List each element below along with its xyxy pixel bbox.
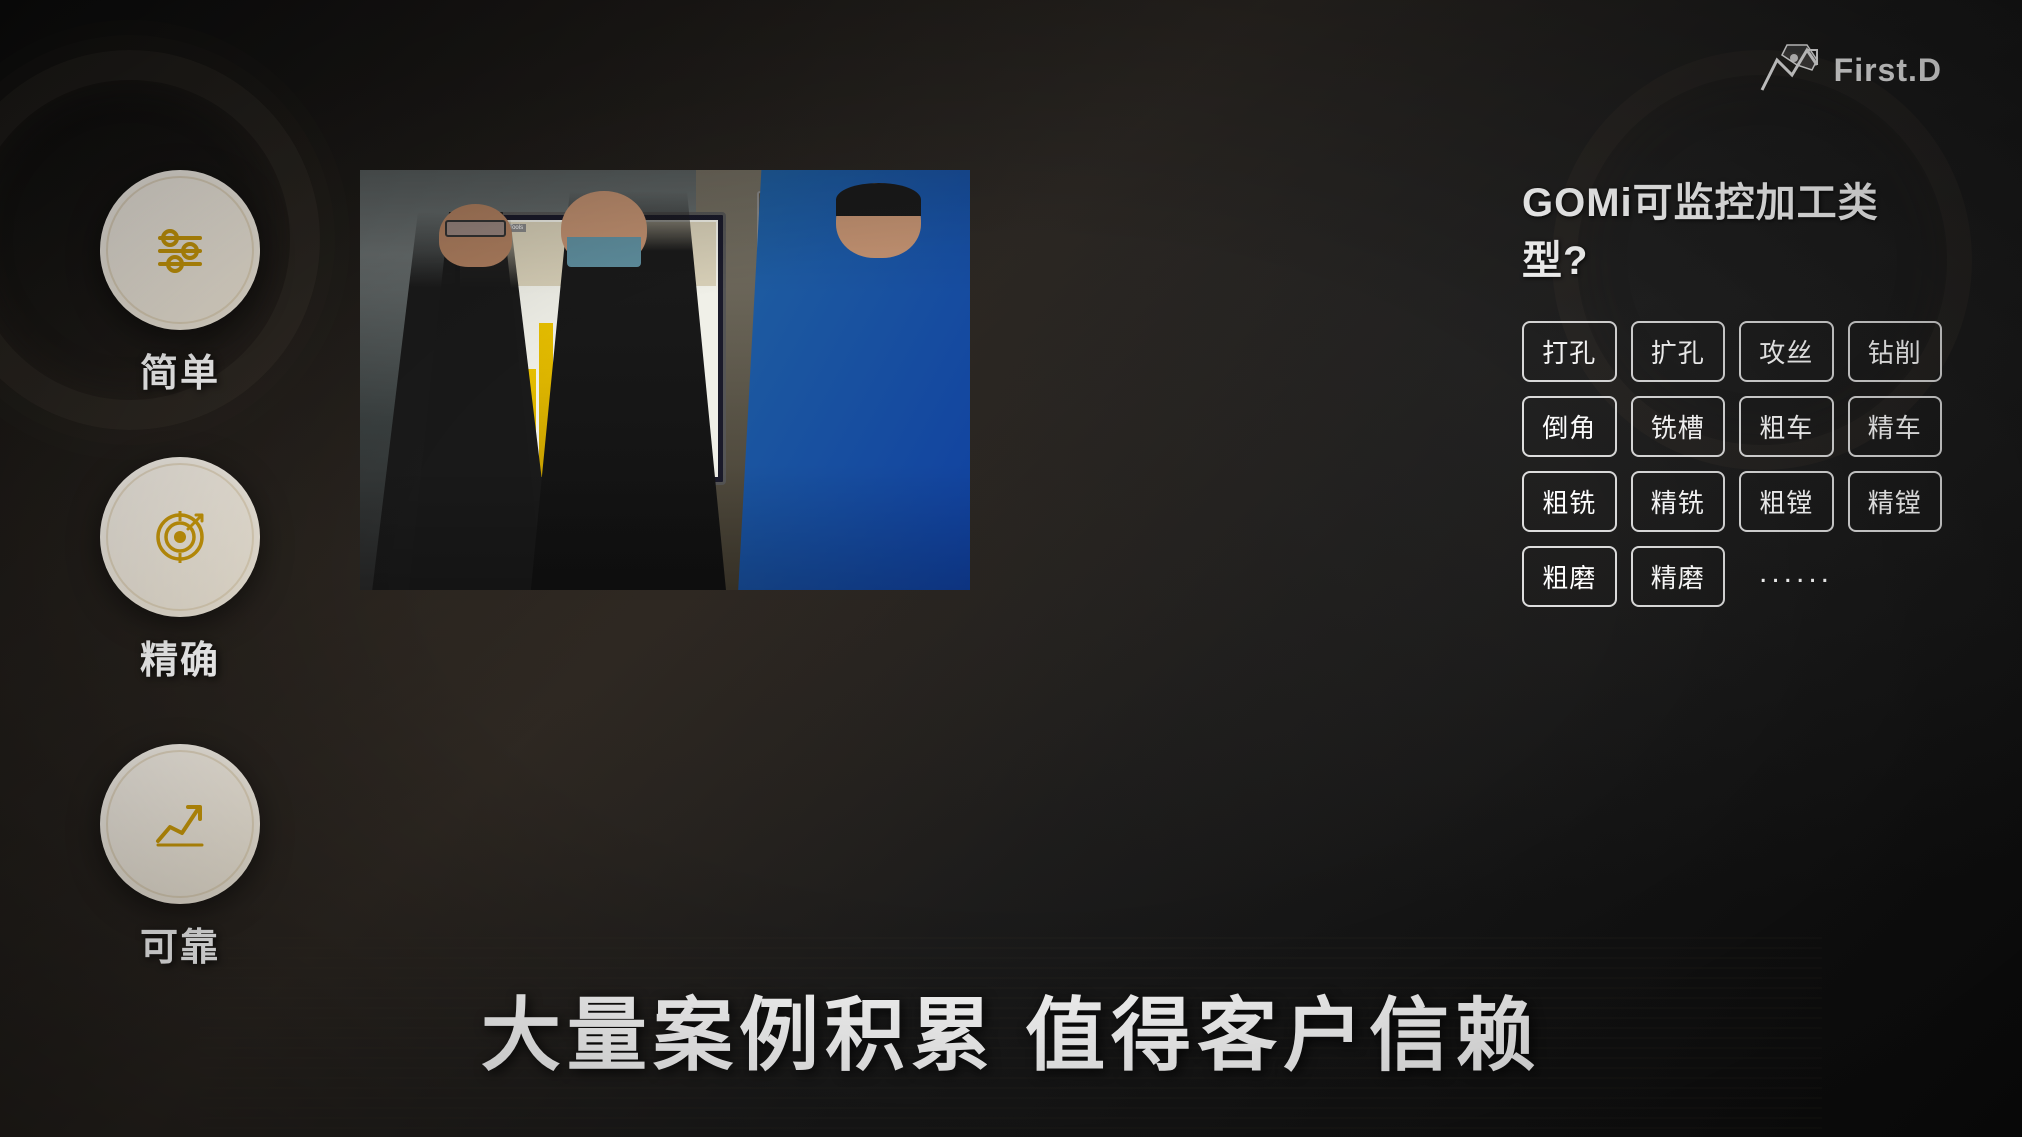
tag-kuokong: 扩孔 — [1631, 321, 1726, 382]
tag-daking: 打孔 — [1522, 321, 1617, 382]
chart-up-icon — [150, 797, 210, 852]
feature-simple-label: 简单 — [140, 342, 220, 397]
left-features-section: 简单 精确 可靠 — [100, 170, 260, 971]
tag-cuxi: 粗铣 — [1522, 471, 1617, 532]
feature-simple-badge — [100, 170, 260, 330]
tag-zuche: 粗车 — [1739, 396, 1834, 457]
logo: First.D — [1752, 40, 1942, 100]
tag-zuanxiao: 钻削 — [1848, 321, 1943, 382]
tag-jingtang: 精镗 — [1848, 471, 1943, 532]
tag-cutang: 粗镗 — [1739, 471, 1834, 532]
center-photo: File View Tools — [360, 170, 970, 590]
bottom-tagline: 大量案例积累 值得客户信赖 — [0, 971, 2022, 1087]
tag-more: ...... — [1739, 546, 1942, 607]
target-icon — [150, 507, 210, 567]
tags-grid: 打孔 扩孔 攻丝 钻削 倒角 铣槽 粗车 精车 粗铣 精铣 粗镗 精镗 粗磨 精… — [1522, 321, 1942, 607]
sliders-icon — [150, 223, 210, 278]
feature-reliable: 可靠 — [100, 744, 260, 971]
feature-precise-badge — [100, 457, 260, 617]
feature-precise-label: 精确 — [140, 629, 220, 684]
gomi-section: GOMi可监控加工类型? 打孔 扩孔 攻丝 钻削 倒角 铣槽 粗车 精车 粗铣 … — [1522, 170, 1942, 607]
photo-scene: File View Tools — [360, 170, 970, 590]
tag-jingxi: 精铣 — [1631, 471, 1726, 532]
tag-gongsi: 攻丝 — [1739, 321, 1834, 382]
feature-simple: 简单 — [100, 170, 260, 397]
feature-reliable-label: 可靠 — [140, 916, 220, 971]
tag-xicao: 铣槽 — [1631, 396, 1726, 457]
tag-jingmo: 精磨 — [1631, 546, 1726, 607]
feature-reliable-badge — [100, 744, 260, 904]
tag-daojiao: 倒角 — [1522, 396, 1617, 457]
gomi-section-title: GOMi可监控加工类型? — [1522, 170, 1942, 286]
logo-icon — [1752, 40, 1822, 100]
tag-jingche: 精车 — [1848, 396, 1943, 457]
logo-text: First.D — [1834, 52, 1942, 89]
tag-cumo: 粗磨 — [1522, 546, 1617, 607]
feature-precise: 精确 — [100, 457, 260, 684]
